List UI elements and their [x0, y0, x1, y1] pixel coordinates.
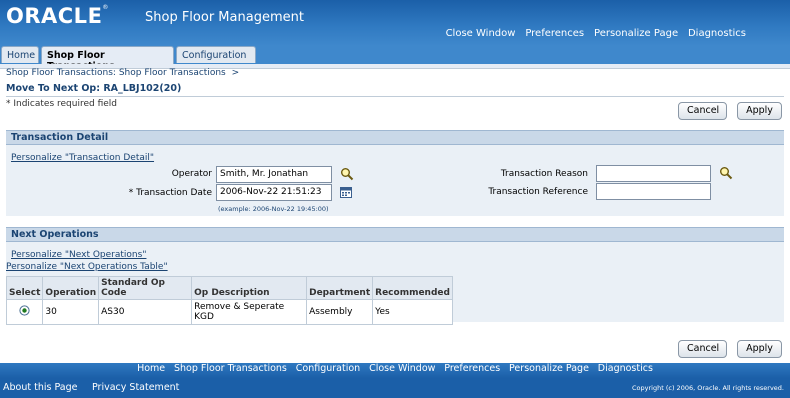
footer-preferences-link[interactable]: Preferences: [444, 363, 500, 374]
footer-configuration-link[interactable]: Configuration: [296, 363, 360, 374]
col-department: Department: [306, 276, 374, 300]
tab-shop-floor-transactions[interactable]: Shop Floor Transactions: [41, 46, 174, 72]
recommended-cell: Yes: [372, 299, 453, 325]
transaction-reference-input[interactable]: [596, 183, 711, 200]
operator-input[interactable]: Smith, Mr. Jonathan: [216, 166, 332, 183]
personalize-next-operations-link[interactable]: Personalize "Next Operations": [11, 250, 146, 260]
page-title: Move To Next Op: RA_LBJ102(20): [6, 83, 182, 94]
app-title: Shop Floor Management: [145, 10, 304, 25]
table-row: 30 AS30 Remove & Seperate KGD Assembly Y…: [5, 299, 453, 325]
footer-personalize-page-link[interactable]: Personalize Page: [509, 363, 589, 374]
std-op-code-cell: AS30: [98, 299, 193, 325]
radio-selected-icon[interactable]: [19, 305, 30, 319]
transaction-reason-input[interactable]: [596, 165, 711, 182]
personalize-next-operations-table-link[interactable]: Personalize "Next Operations Table": [6, 262, 168, 272]
personalize-page-link[interactable]: Personalize Page: [594, 28, 678, 39]
tab-configuration[interactable]: Configuration: [176, 46, 256, 63]
apply-button-bottom[interactable]: Apply: [737, 340, 782, 358]
title-divider: [6, 96, 784, 97]
global-header: ORACLE® Shop Floor Management Close Wind…: [0, 0, 790, 46]
footer-links: Home Shop Floor Transactions Configurati…: [0, 363, 790, 378]
diagnostics-link[interactable]: Diagnostics: [688, 28, 746, 39]
col-standard-op-code: Standard Op Code: [98, 276, 193, 300]
copyright-text: Copyright (c) 2006, Oracle. All rights r…: [632, 384, 784, 392]
operator-label: Operator: [171, 169, 212, 179]
personalize-transaction-detail-link[interactable]: Personalize "Transaction Detail": [11, 153, 154, 163]
transaction-reference-label: Transaction Reference: [488, 187, 588, 197]
preferences-link[interactable]: Preferences: [525, 28, 584, 39]
oracle-logo: ORACLE®: [6, 4, 109, 28]
date-format-hint: (example: 2006-Nov-22 19:45:00): [218, 205, 329, 213]
close-window-link[interactable]: Close Window: [446, 28, 516, 39]
col-op-description: Op Description: [191, 276, 308, 300]
op-description-cell: Remove & Seperate KGD: [191, 299, 308, 325]
transaction-reason-search-icon[interactable]: [719, 166, 733, 183]
footer-home-link[interactable]: Home: [137, 363, 165, 374]
privacy-statement-link[interactable]: Privacy Statement: [92, 382, 179, 393]
next-operations-table: Select Operation Standard Op Code Op Des…: [5, 276, 453, 325]
calendar-icon[interactable]: [340, 186, 352, 201]
breadcrumb: Shop Floor Transactions: Shop Floor Tran…: [6, 68, 239, 78]
footer-shop-floor-transactions-link[interactable]: Shop Floor Transactions: [174, 363, 287, 374]
footer-close-window-link[interactable]: Close Window: [369, 363, 435, 374]
transaction-date-label-text: Transaction Date: [136, 188, 212, 198]
tab-home[interactable]: Home: [1, 46, 39, 63]
breadcrumb-separator: >: [231, 68, 240, 78]
footer-bottom: About this Page Privacy Statement Copyri…: [0, 378, 790, 398]
col-select: Select: [5, 276, 44, 300]
transaction-date-input[interactable]: 2006-Nov-22 21:51:23: [216, 184, 332, 201]
transaction-reason-label: Transaction Reason: [500, 169, 588, 179]
required-asterisk: *: [128, 188, 134, 198]
cancel-button-top[interactable]: Cancel: [678, 102, 727, 120]
operator-search-icon[interactable]: [340, 167, 354, 184]
next-operations-header: Next Operations: [6, 227, 784, 242]
required-field-note: * Indicates required field: [6, 99, 118, 109]
tab-bar: Home Shop Floor Transactions Configurati…: [0, 46, 790, 72]
operation-cell: 30: [42, 299, 100, 325]
transaction-date-label: * Transaction Date: [100, 188, 212, 198]
select-cell: [5, 299, 44, 325]
cancel-button-bottom[interactable]: Cancel: [678, 340, 727, 358]
about-this-page-link[interactable]: About this Page: [3, 382, 77, 393]
department-cell: Assembly: [306, 299, 374, 325]
breadcrumb-link[interactable]: Shop Floor Transactions: Shop Floor Tran…: [6, 68, 226, 78]
col-operation: Operation: [42, 276, 100, 300]
global-links: Close Window Preferences Personalize Pag…: [439, 28, 746, 39]
col-recommended: Recommended: [372, 276, 453, 300]
footer-diagnostics-link[interactable]: Diagnostics: [598, 363, 653, 374]
apply-button-top[interactable]: Apply: [737, 102, 782, 120]
table-header-row: Select Operation Standard Op Code Op Des…: [5, 276, 453, 300]
transaction-detail-header: Transaction Detail: [6, 130, 784, 145]
